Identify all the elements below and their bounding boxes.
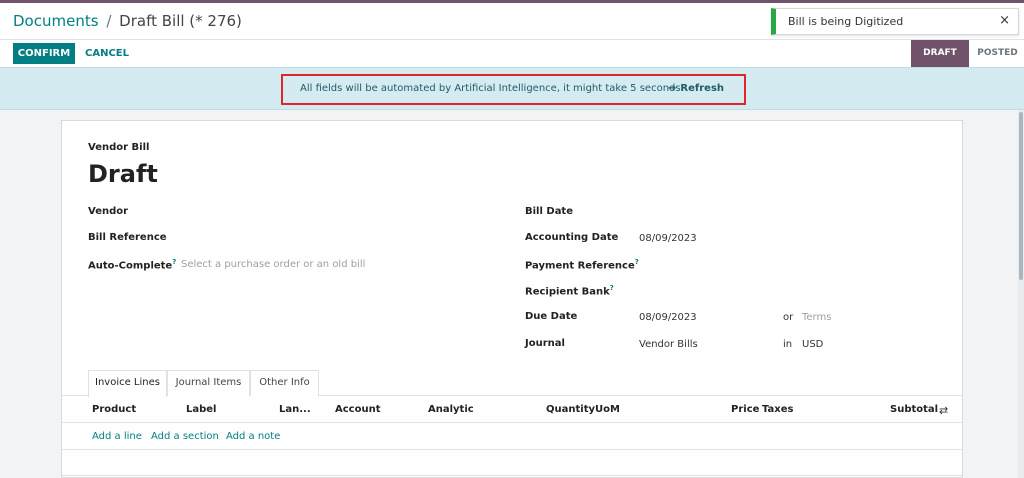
column-analytic[interactable]: Analytic [428, 404, 474, 415]
status-arrow-icon [959, 40, 969, 66]
accounting-date-label: Accounting Date [525, 232, 619, 243]
column-quantity[interactable]: Quantity [546, 404, 595, 415]
column-settings-icon[interactable]: ⇄ [939, 404, 948, 417]
control-panel: CONFIRM CANCEL DRAFT POSTED [0, 40, 1024, 67]
currency-field[interactable]: USD [802, 339, 823, 350]
breadcrumb-documents-link[interactable]: Documents [13, 12, 99, 30]
vendor-label: Vendor [88, 206, 129, 217]
column-uom[interactable]: UoM [595, 404, 620, 415]
column-price[interactable]: Price [731, 404, 759, 415]
tab-journal-items[interactable]: Journal Items [167, 370, 250, 396]
column-label[interactable]: Label [186, 404, 217, 415]
form-sheet: Vendor Bill Draft Vendor Bill Reference … [61, 120, 963, 478]
table-row-divider [62, 449, 962, 450]
refresh-button[interactable]: ➔ Refresh [668, 83, 724, 94]
bill-date-label: Bill Date [525, 206, 573, 217]
breadcrumb-current: Draft Bill (* 276) [119, 12, 242, 30]
refresh-label: Refresh [680, 83, 725, 94]
table-header-divider [62, 422, 962, 423]
table-bottom-divider [62, 475, 962, 476]
bill-reference-label: Bill Reference [88, 232, 167, 243]
due-date-field[interactable]: 08/09/2023 [639, 312, 697, 323]
arrow-right-icon: ➔ [668, 83, 677, 94]
toast-message: Bill is being Digitized [788, 15, 904, 28]
status-bar: DRAFT POSTED [911, 40, 1024, 67]
ai-highlight-box: All fields will be automated by Artifici… [281, 74, 746, 105]
due-date-label: Due Date [525, 311, 578, 322]
cancel-button[interactable]: CANCEL [85, 43, 129, 64]
payment-reference-label: Payment Reference? [525, 258, 639, 272]
column-account[interactable]: Account [335, 404, 380, 415]
ai-message: All fields will be automated by Artifici… [300, 83, 684, 94]
document-type: Vendor Bill [88, 142, 150, 153]
tab-invoice-lines[interactable]: Invoice Lines [88, 370, 167, 397]
column-language[interactable]: Lan... [279, 404, 311, 415]
add-note-link[interactable]: Add a note [226, 431, 280, 442]
document-name: Draft [88, 160, 158, 188]
due-or-text: or [783, 312, 794, 323]
recipient-bank-label: Recipient Bank? [525, 284, 614, 298]
accounting-date-field[interactable]: 08/09/2023 [639, 233, 697, 244]
add-section-link[interactable]: Add a section [151, 431, 219, 442]
column-taxes[interactable]: Taxes [762, 404, 793, 415]
journal-label: Journal [525, 338, 565, 349]
help-icon[interactable]: ? [172, 258, 176, 266]
tab-other-info[interactable]: Other Info [250, 370, 319, 396]
confirm-button[interactable]: CONFIRM [13, 43, 75, 64]
ai-banner: All fields will be automated by Artifici… [0, 67, 1024, 110]
column-product[interactable]: Product [92, 404, 136, 415]
auto-complete-input[interactable]: Select a purchase order or an old bill [181, 259, 365, 270]
notification-toast: Bill is being Digitized × [771, 8, 1019, 35]
auto-complete-label: Auto-Complete? [88, 258, 177, 272]
help-icon[interactable]: ? [635, 258, 639, 266]
column-subtotal[interactable]: Subtotal [890, 404, 938, 415]
status-posted[interactable]: POSTED [971, 40, 1024, 67]
help-icon[interactable]: ? [610, 284, 614, 292]
close-icon[interactable]: × [999, 13, 1010, 28]
scrollbar-thumb[interactable] [1019, 112, 1023, 280]
breadcrumb-separator: / [106, 12, 112, 30]
journal-in-text: in [783, 339, 793, 350]
payment-terms-input[interactable]: Terms [802, 312, 831, 323]
journal-field[interactable]: Vendor Bills [639, 339, 698, 350]
breadcrumb: Documents / Draft Bill (* 276) [13, 12, 242, 30]
add-line-link[interactable]: Add a line [92, 431, 142, 442]
scrollbar[interactable] [1018, 110, 1024, 478]
